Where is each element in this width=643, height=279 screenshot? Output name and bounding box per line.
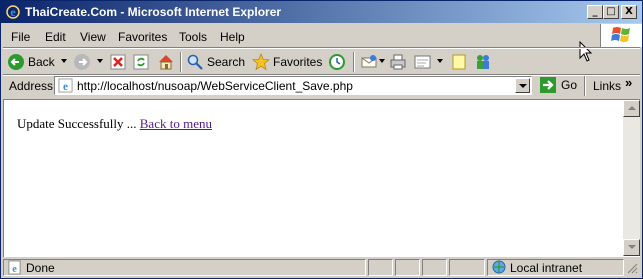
forward-dropdown-icon[interactable] <box>97 59 103 63</box>
minimize-icon: _ <box>592 6 598 17</box>
back-button[interactable]: Back <box>7 52 55 72</box>
back-dropdown-icon[interactable] <box>61 59 67 63</box>
page-message-line: Update Successfully ... Back to menu <box>17 116 212 132</box>
ie-logo-icon: e <box>6 5 20 19</box>
status-bar: e Done Local intranet <box>3 258 640 277</box>
menu-favorites[interactable]: Favorites <box>118 30 167 44</box>
zone-text: Local intranet <box>510 261 583 275</box>
links-chevron-icon[interactable]: » <box>625 75 632 90</box>
menu-tools[interactable]: Tools <box>179 30 207 44</box>
status-pane-zone: Local intranet <box>487 259 624 276</box>
status-pane-main: e Done <box>3 259 366 276</box>
title-bar[interactable]: e ThaiCreate.Com - Microsoft Internet Ex… <box>1 1 642 23</box>
svg-text:e: e <box>12 264 17 275</box>
messenger-button[interactable] <box>474 52 492 72</box>
search-icon <box>187 54 203 70</box>
status-pane <box>368 259 393 276</box>
go-arrow-icon <box>540 77 556 93</box>
refresh-button[interactable] <box>133 52 149 72</box>
status-pane <box>422 259 447 276</box>
intranet-globe-icon <box>492 260 506 274</box>
menu-edit[interactable]: Edit <box>45 30 66 44</box>
vertical-scrollbar[interactable] <box>623 100 640 256</box>
edit-page-icon <box>414 55 431 69</box>
messenger-icon <box>477 55 489 69</box>
maximize-button[interactable]: □ <box>603 5 619 19</box>
history-icon <box>329 54 345 70</box>
address-dropdown-button[interactable] <box>515 78 530 93</box>
windows-logo-box <box>600 24 642 47</box>
close-button[interactable]: X <box>621 5 637 19</box>
go-label: Go <box>561 78 578 92</box>
resize-grip-icon[interactable] <box>626 262 638 274</box>
scroll-down-icon <box>628 245 636 249</box>
page-ie-icon: e <box>58 78 73 93</box>
back-label: Back <box>28 55 55 69</box>
refresh-icon <box>133 54 149 70</box>
minimize-button[interactable]: _ <box>587 5 603 19</box>
mail-dropdown-icon[interactable] <box>379 59 385 63</box>
links-label[interactable]: Links <box>593 79 621 93</box>
address-separator <box>584 76 586 96</box>
note-icon <box>452 54 466 70</box>
standard-toolbar: Back Search Favorites <box>3 49 640 75</box>
close-icon: X <box>625 6 633 17</box>
favorites-label: Favorites <box>273 55 323 69</box>
home-icon <box>159 55 173 70</box>
star-icon <box>252 53 270 71</box>
history-button[interactable] <box>328 52 346 72</box>
svg-text:e: e <box>10 5 16 19</box>
stop-button[interactable] <box>110 52 126 72</box>
go-button[interactable]: Go <box>539 75 577 95</box>
address-label: Address <box>9 79 54 93</box>
favorites-button[interactable]: Favorites <box>252 52 322 72</box>
search-button[interactable]: Search <box>186 52 245 72</box>
toolbar-separator <box>353 52 355 72</box>
forward-button[interactable] <box>73 52 91 72</box>
menu-bar: File Edit View Favorites Tools Help <box>3 25 598 47</box>
status-pane <box>449 259 485 276</box>
windows-flag-icon <box>611 27 630 42</box>
discuss-button[interactable] <box>450 52 468 72</box>
edit-button[interactable] <box>413 52 433 72</box>
stop-icon <box>110 54 126 70</box>
back-to-menu-link[interactable]: Back to menu <box>140 116 212 131</box>
window-title: ThaiCreate.Com - Microsoft Internet Expl… <box>25 5 282 19</box>
chevron-down-icon <box>519 84 527 88</box>
status-pane <box>395 259 420 276</box>
print-button[interactable] <box>389 52 407 72</box>
scroll-down-button[interactable] <box>623 239 640 256</box>
mail-button[interactable] <box>360 52 378 72</box>
back-arrow-icon <box>8 54 24 70</box>
printer-icon <box>390 54 406 70</box>
menu-view[interactable]: View <box>80 30 106 44</box>
menu-help[interactable]: Help <box>220 30 245 44</box>
browser-window: e ThaiCreate.Com - Microsoft Internet Ex… <box>0 0 643 279</box>
page-done-icon: e <box>8 260 21 275</box>
home-button[interactable] <box>157 52 175 72</box>
toolbar-separator <box>180 52 182 72</box>
menu-file[interactable]: File <box>11 30 30 44</box>
status-text: Done <box>26 261 55 275</box>
maximize-icon: □ <box>606 6 616 17</box>
update-message: Update Successfully ... <box>17 116 140 131</box>
address-input[interactable]: e http://localhost/nusoap/WebServiceClie… <box>54 76 532 95</box>
edit-dropdown-icon[interactable] <box>437 59 443 63</box>
scroll-up-icon <box>628 106 636 110</box>
scroll-up-button[interactable] <box>623 100 640 117</box>
address-url: http://localhost/nusoap/WebServiceClient… <box>77 79 353 93</box>
page-content: Update Successfully ... Back to menu <box>3 99 640 257</box>
search-label: Search <box>207 55 246 69</box>
forward-arrow-icon <box>74 54 90 70</box>
address-bar: Address e http://localhost/nusoap/WebSer… <box>3 75 640 97</box>
svg-text:e: e <box>63 81 68 93</box>
mail-icon <box>361 55 377 68</box>
